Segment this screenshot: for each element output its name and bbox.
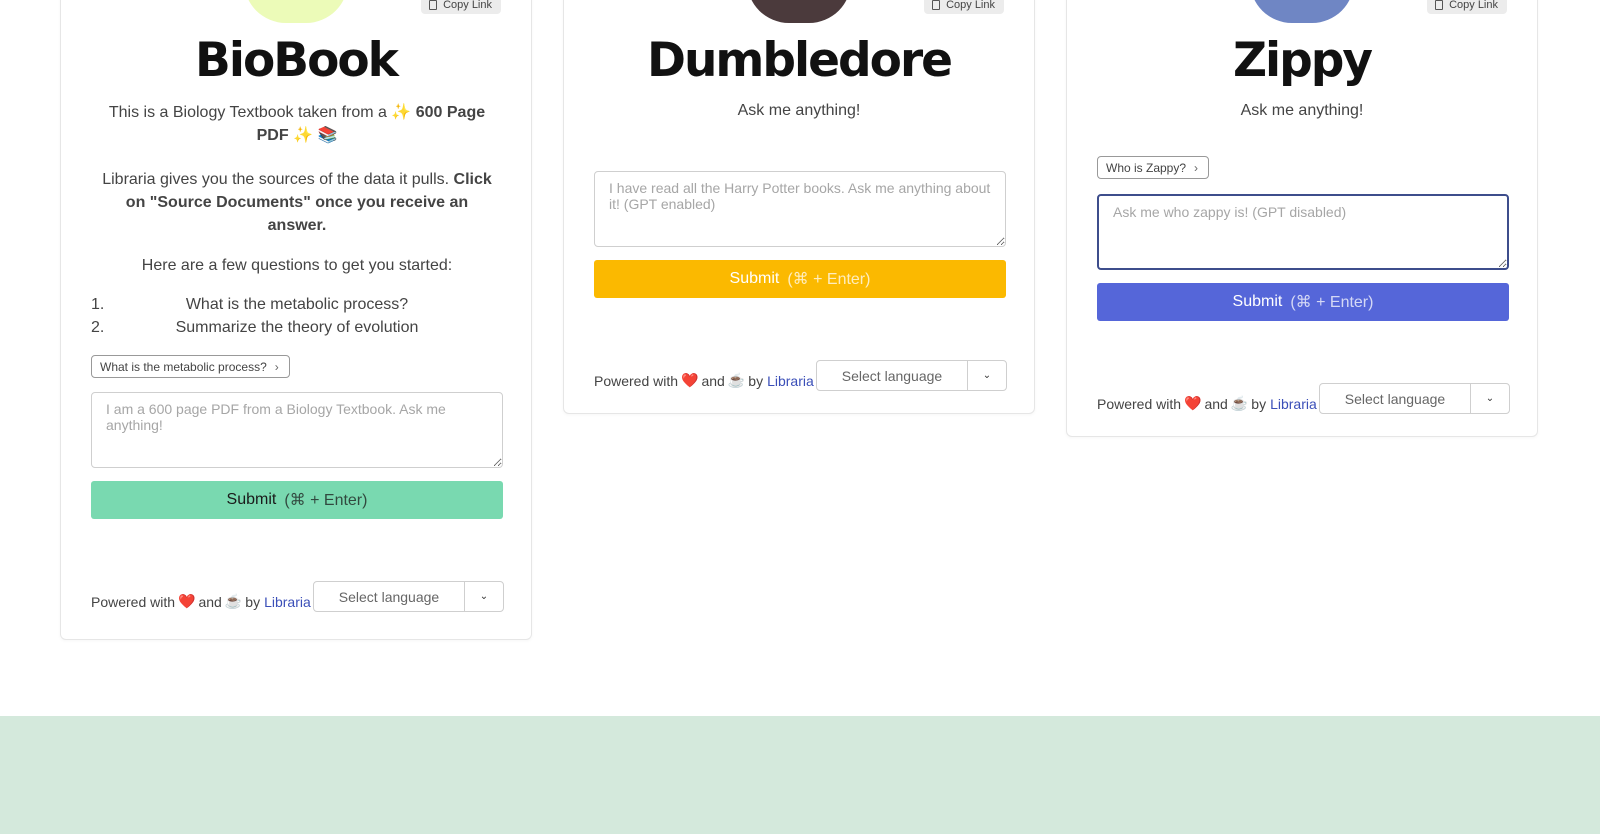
submit-button[interactable]: Submit (⌘ + Enter) bbox=[91, 481, 503, 519]
libraria-link[interactable]: Libraria bbox=[767, 373, 814, 389]
powered-footer: Powered with ❤️ and ☕ by Libraria bbox=[91, 593, 311, 610]
chevron-down-icon[interactable]: ⌄ bbox=[968, 361, 1006, 390]
questions-list: 1. What is the metabolic process? 2. Summa… bbox=[91, 296, 503, 342]
zippy-card: Copy Link Zippy Ask me anything! Who is … bbox=[1066, 0, 1538, 437]
copy-link-button[interactable]: Copy Link bbox=[421, 0, 501, 14]
dumbledore-avatar bbox=[747, 0, 851, 23]
page-title: Dumbledore bbox=[646, 33, 953, 88]
chevron-right-icon: › bbox=[1194, 160, 1199, 175]
language-select-value: Select language bbox=[1320, 384, 1471, 413]
libraria-link[interactable]: Libraria bbox=[1270, 396, 1317, 412]
questions-intro: Here are a few questions to get you star… bbox=[141, 257, 453, 274]
suggestion-chip[interactable]: Who is Zappy? › bbox=[1097, 156, 1210, 179]
heart-icon: ❤️ bbox=[681, 372, 699, 388]
list-item: 1. What is the metabolic process? bbox=[91, 296, 409, 313]
coffee-icon: ☕ bbox=[224, 593, 243, 609]
libraria-link[interactable]: Libraria bbox=[264, 594, 311, 610]
submit-button[interactable]: Submit (⌘ + Enter) bbox=[1097, 283, 1509, 321]
chevron-down-icon[interactable]: ⌄ bbox=[1471, 384, 1509, 413]
biobook-card: Copy Link BioBook This is a Biology Text… bbox=[60, 0, 532, 640]
page-title: Zippy bbox=[1232, 33, 1373, 88]
page-title: BioBook bbox=[195, 33, 399, 88]
coffee-icon: ☕ bbox=[1230, 395, 1249, 411]
copy-link-button[interactable]: Copy Link bbox=[1427, 0, 1507, 14]
biobook-description-1: This is a Biology Textbook taken from a … bbox=[108, 104, 486, 144]
subtitle: Ask me anything! bbox=[737, 102, 861, 119]
question-input[interactable] bbox=[1097, 194, 1509, 270]
copy-link-label: Copy Link bbox=[443, 0, 492, 11]
copy-link-label: Copy Link bbox=[946, 0, 995, 11]
footer-band bbox=[0, 716, 1600, 834]
language-select[interactable]: Select language ⌄ bbox=[313, 581, 504, 612]
suggestion-chip[interactable]: What is the metabolic process? › bbox=[91, 355, 290, 378]
biobook-avatar bbox=[244, 0, 348, 23]
zippy-avatar bbox=[1250, 0, 1354, 23]
powered-footer: Powered with ❤️ and ☕ by Libraria bbox=[1097, 395, 1317, 412]
question-input[interactable] bbox=[91, 392, 503, 468]
coffee-icon: ☕ bbox=[727, 372, 746, 388]
suggestion-chip-label: Who is Zappy? bbox=[1106, 160, 1187, 175]
document-icon bbox=[429, 0, 438, 10]
question-input[interactable] bbox=[594, 171, 1006, 247]
document-icon bbox=[932, 0, 941, 10]
biobook-description-2: Libraria gives you the sources of the da… bbox=[102, 171, 492, 234]
dumbledore-card: Copy Link Dumbledore Ask me anything! Su… bbox=[563, 0, 1035, 414]
heart-icon: ❤️ bbox=[178, 593, 196, 609]
subtitle: Ask me anything! bbox=[1240, 102, 1364, 119]
chevron-down-icon[interactable]: ⌄ bbox=[465, 582, 503, 611]
language-select[interactable]: Select language ⌄ bbox=[1319, 383, 1510, 414]
language-select-value: Select language bbox=[817, 361, 968, 390]
submit-button[interactable]: Submit (⌘ + Enter) bbox=[594, 260, 1006, 298]
list-item: 2. Summarize the theory of evolution bbox=[91, 319, 419, 336]
suggestion-chip-label: What is the metabolic process? bbox=[100, 359, 267, 374]
chevron-right-icon: › bbox=[274, 359, 279, 374]
document-icon bbox=[1435, 0, 1444, 10]
heart-icon: ❤️ bbox=[1184, 395, 1202, 411]
language-select[interactable]: Select language ⌄ bbox=[816, 360, 1007, 391]
copy-link-button[interactable]: Copy Link bbox=[924, 0, 1004, 14]
powered-footer: Powered with ❤️ and ☕ by Libraria bbox=[594, 372, 814, 389]
language-select-value: Select language bbox=[314, 582, 465, 611]
copy-link-label: Copy Link bbox=[1449, 0, 1498, 11]
